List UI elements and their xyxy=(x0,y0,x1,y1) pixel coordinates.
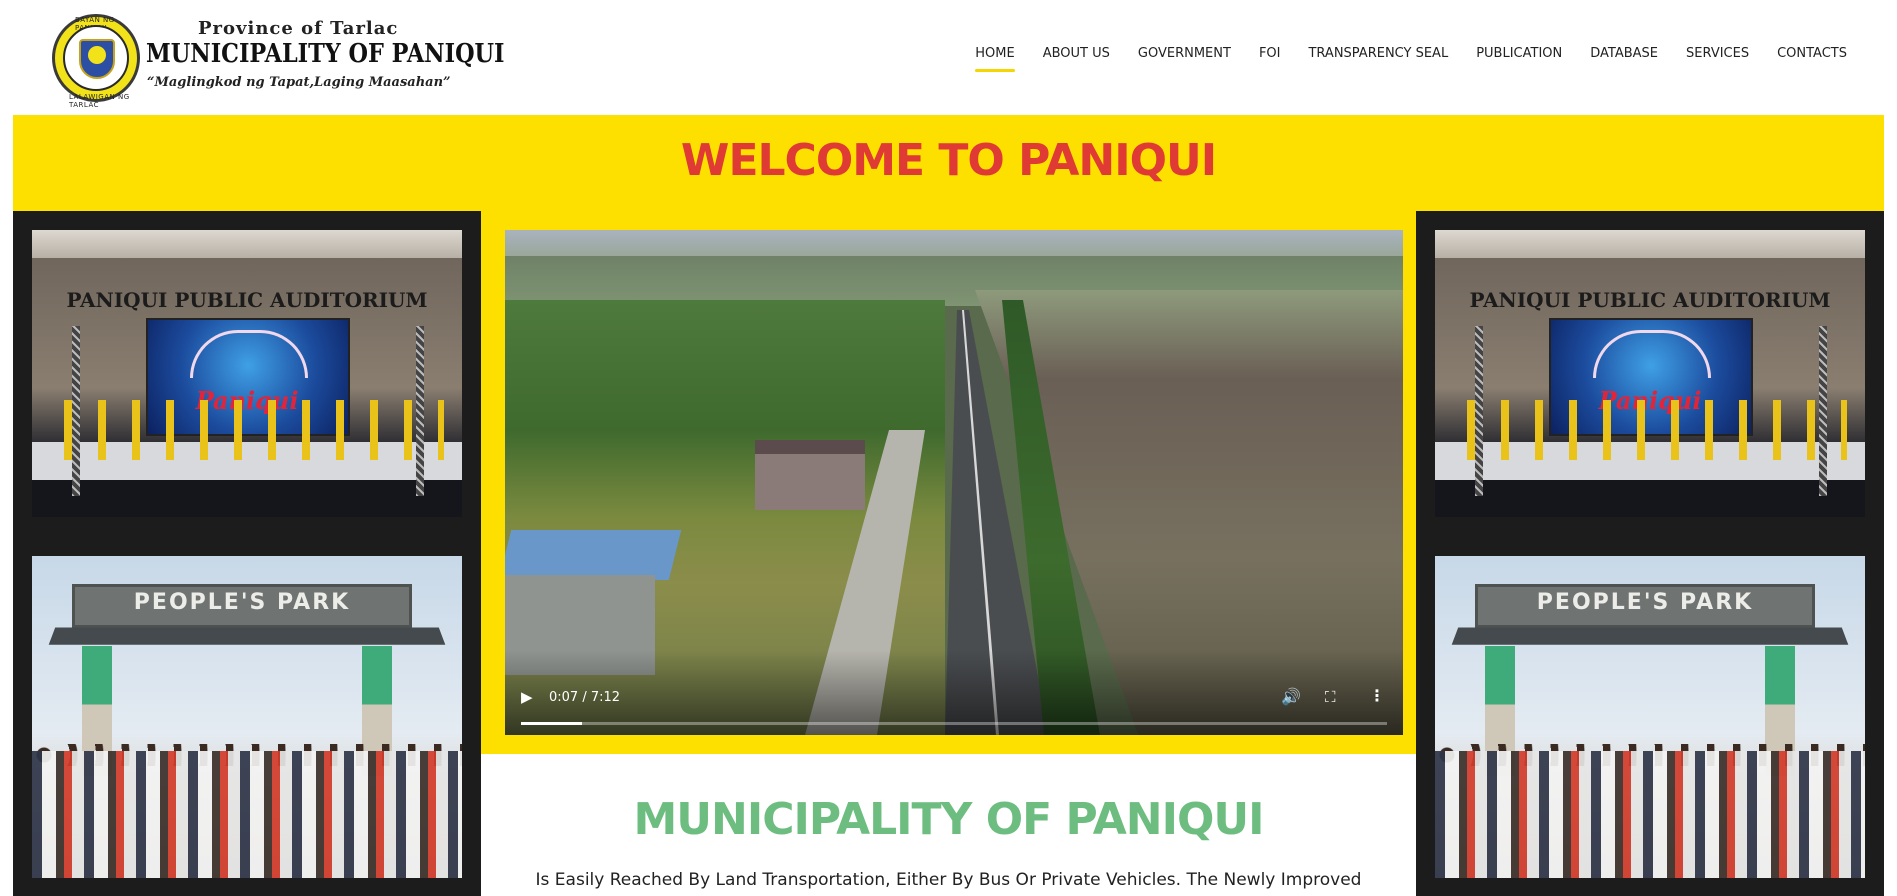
fullscreen-icon[interactable]: ⛶ xyxy=(1325,688,1336,706)
more-options-icon[interactable]: ⋮ xyxy=(1369,686,1385,705)
right-gallery: PANIQUI PUBLIC AUDITORIUM Paniqui PEOPLE… xyxy=(1416,211,1884,896)
left-gallery: PANIQUI PUBLIC AUDITORIUM Paniqui PEOPLE… xyxy=(13,211,481,896)
site-header: BAYAN NG PANIQUI LALAWIGAN NG TARLAC Pro… xyxy=(0,0,1897,115)
auditorium-photo: PANIQUI PUBLIC AUDITORIUM Paniqui xyxy=(1435,230,1865,517)
section-heading: MUNICIPALITY OF PANIQUI xyxy=(633,794,1265,845)
auditorium-sign: PANIQUI PUBLIC AUDITORIUM xyxy=(1469,288,1831,312)
nav-foi[interactable]: FOI xyxy=(1259,46,1281,61)
play-icon[interactable]: ▶ xyxy=(521,688,533,706)
main-nav: HOME ABOUT US GOVERNMENT FOI TRANSPARENC… xyxy=(975,46,1847,72)
nav-contacts[interactable]: CONTACTS xyxy=(1777,46,1847,61)
section-description: Is Easily Reached By Land Transportation… xyxy=(535,870,1362,890)
nav-publication[interactable]: PUBLICATION xyxy=(1476,46,1562,61)
auditorium-sign: PANIQUI PUBLIC AUDITORIUM xyxy=(66,288,428,312)
nav-government[interactable]: GOVERNMENT xyxy=(1138,46,1231,61)
video-time: 0:07 / 7:12 xyxy=(549,690,621,705)
welcome-banner: WELCOME TO PANIQUI xyxy=(13,115,1884,211)
video-controls: ▶ 0:07 / 7:12 🔊 ⛶ ⋮ xyxy=(505,680,1403,735)
nav-database[interactable]: DATABASE xyxy=(1590,46,1658,61)
nav-services[interactable]: SERVICES xyxy=(1686,46,1749,61)
site-title: MUNICIPALITY OF PANIQUI xyxy=(146,39,505,69)
peoples-park-photo: PEOPLE'S PARK xyxy=(1435,556,1865,878)
promo-video[interactable]: ▶ 0:07 / 7:12 🔊 ⛶ ⋮ xyxy=(505,230,1403,735)
nav-home[interactable]: HOME xyxy=(975,46,1016,72)
intro-section: MUNICIPALITY OF PANIQUI Is Easily Reache… xyxy=(481,754,1416,896)
nav-transparency-seal[interactable]: TRANSPARENCY SEAL xyxy=(1308,46,1448,61)
volume-icon[interactable]: 🔊 xyxy=(1281,687,1301,706)
park-sign: PEOPLE'S PARK xyxy=(133,590,351,615)
auditorium-photo: PANIQUI PUBLIC AUDITORIUM Paniqui xyxy=(32,230,462,517)
province-label: Province of Tarlac xyxy=(198,18,399,39)
site-motto: “Maglingkod ng Tapat,Laging Maasahan” xyxy=(147,75,451,90)
site-logo[interactable]: BAYAN NG PANIQUI LALAWIGAN NG TARLAC Pro… xyxy=(50,12,505,109)
municipal-seal-icon: BAYAN NG PANIQUI LALAWIGAN NG TARLAC xyxy=(52,14,140,109)
park-sign: PEOPLE'S PARK xyxy=(1536,590,1754,615)
welcome-heading: WELCOME TO PANIQUI xyxy=(680,135,1217,186)
video-progress-fill xyxy=(521,722,582,725)
peoples-park-photo: PEOPLE'S PARK xyxy=(32,556,462,878)
seal-text-bottom: LALAWIGAN NG TARLAC xyxy=(69,93,130,109)
nav-about-us[interactable]: ABOUT US xyxy=(1043,46,1110,61)
video-progress-bar[interactable] xyxy=(521,722,1387,725)
